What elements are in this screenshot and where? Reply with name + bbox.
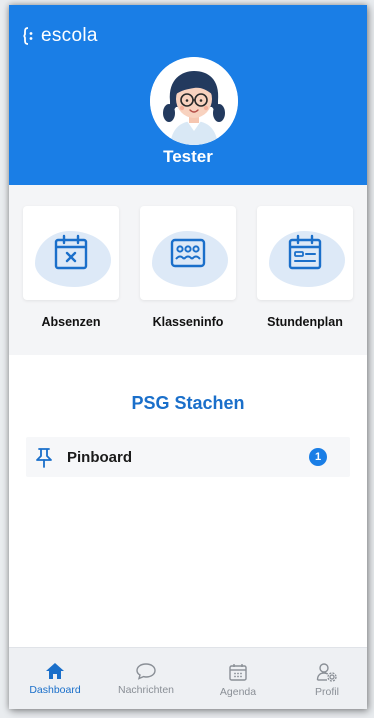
pinboard-count-badge: 1: [309, 448, 327, 466]
tile-stundenplan[interactable]: [257, 206, 353, 300]
calendar-x-icon: [54, 234, 88, 270]
nav-label-agenda: Agenda: [219, 686, 257, 698]
tile-absenzen[interactable]: [23, 206, 119, 300]
calendar-icon: [229, 664, 247, 681]
class-group-icon: [170, 238, 206, 268]
avatar[interactable]: [150, 57, 238, 145]
nav-dashboard[interactable]: Dashboard: [15, 662, 95, 696]
bottom-navigation: Dashboard Nachrichten Agenda Profil: [9, 647, 367, 709]
nav-label-dashboard: Dashboard: [29, 684, 81, 696]
pin-icon: [36, 448, 52, 468]
profile-name: Tester: [163, 147, 213, 166]
profile-header: escola Tester: [9, 5, 367, 185]
tile-label-absenzen: Absenzen: [41, 315, 101, 329]
school-name: PSG Stachen: [131, 393, 245, 413]
nav-nachrichten[interactable]: Nachrichten: [106, 662, 186, 696]
pinboard-label: Pinboard: [67, 449, 133, 466]
brand-name: escola: [41, 25, 98, 46]
nav-label-profil: Profil: [315, 686, 339, 698]
tile-label-stundenplan: Stundenplan: [267, 315, 343, 329]
nav-agenda[interactable]: Agenda: [198, 662, 278, 698]
app-screen: escola Tester Absenzen Klasseninfo Stund…: [9, 5, 367, 709]
schedule-icon: [288, 234, 322, 270]
brand: escola: [23, 25, 98, 47]
profile-settings-icon: [316, 663, 337, 682]
escola-logo-icon: [23, 27, 33, 45]
tile-label-klasseninfo: Klasseninfo: [152, 315, 224, 329]
pinboard-row[interactable]: Pinboard 1: [26, 437, 350, 477]
nav-profil[interactable]: Profil: [287, 662, 367, 698]
chat-icon: [136, 663, 156, 680]
home-icon: [46, 663, 64, 679]
tile-klasseninfo[interactable]: [140, 206, 236, 300]
avatar-girl-icon: [150, 57, 238, 145]
nav-label-nachrichten: Nachrichten: [117, 684, 175, 696]
